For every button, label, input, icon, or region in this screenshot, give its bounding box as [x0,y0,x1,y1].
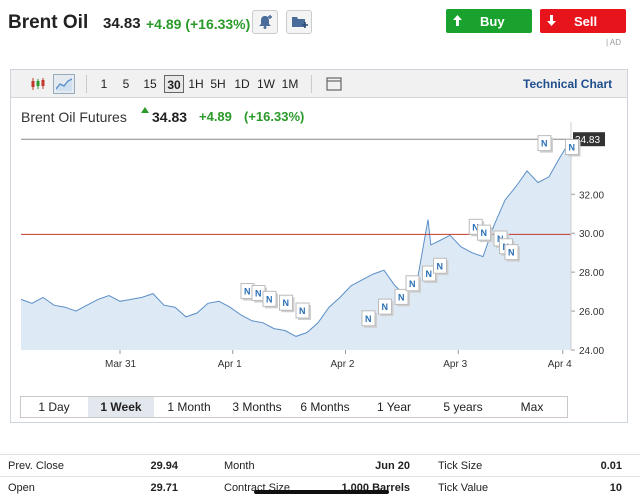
news-marker-label: N [481,228,488,238]
news-marker-label: N [255,289,262,299]
x-tick-label: Apr 3 [443,359,467,370]
sell-button[interactable]: Sell [540,9,626,33]
arrow-down-icon [547,15,556,26]
news-marker-label: N [398,292,405,302]
y-tick-label: 32.00 [579,190,604,201]
quote-header: Brent Oil 34.83 +4.89 (+16.33%) Buy Sell… [0,0,640,47]
arrow-up-icon [453,15,462,26]
stat-label: Month [224,460,255,472]
stat-value: 10 [609,482,622,494]
chart-instrument-name: Brent Oil Futures [21,109,127,125]
bell-plus-icon [259,15,272,29]
up-arrow-icon [141,107,149,113]
news-marker-label: N [409,279,416,289]
range-1-month[interactable]: 1 Month [155,397,223,417]
y-tick-label: 28.00 [579,268,604,279]
news-marker-label: N [266,294,273,304]
stat-label: Tick Value [438,482,489,494]
news-marker-label: N [365,314,372,324]
range-1-day[interactable]: 1 Day [21,397,87,417]
instrument-title: Brent Oil [8,12,89,33]
stat-value: 29.71 [150,482,178,494]
chart-change-percent: (+16.33%) [244,109,305,124]
news-marker-label: N [426,269,433,279]
stat-label: Prev. Close [8,460,65,472]
news-marker-label: N [569,143,576,153]
chart-price: 34.83 [152,109,188,125]
stat-label: Tick Size [438,460,483,472]
ad-label: | AD [606,38,621,47]
news-marker-label: N [382,302,389,312]
news-marker-label: N [541,139,548,149]
y-tick-label: 26.00 [579,307,604,318]
instrument-price: 34.83 [103,15,141,32]
sell-label: Sell [574,14,598,29]
range-5-years[interactable]: 5 years [429,397,497,417]
contract-stats: Prev. Close 29.94 Month Jun 20 Tick Size… [0,454,640,502]
range-max[interactable]: Max [498,397,566,417]
news-marker-label: N [299,306,306,316]
chart-panel: 1 5 15 30 1H 5H 1D 1W 1M Technical Chart… [10,69,628,423]
buy-label: Buy [480,14,505,29]
instrument-change: +4.89 (+16.33%) [146,16,251,32]
y-tick-label: 24.00 [579,346,604,357]
stats-row: Prev. Close 29.94 Month Jun 20 Tick Size… [0,454,640,476]
news-marker-label: N [283,298,290,308]
y-tick-label: 30.00 [579,229,604,240]
folder-plus-icon [292,17,308,28]
x-tick-label: Apr 4 [548,359,572,370]
create-alert-button[interactable] [252,10,278,34]
stat-value: 0.01 [600,460,622,472]
stats-row: Open 29.71 Contract Size 1,000 Barrels T… [0,476,640,498]
news-marker-label: N [437,261,444,271]
home-indicator [254,490,389,494]
range-6-months[interactable]: 6 Months [291,397,359,417]
news-marker-label: N [508,248,515,258]
range-1-week[interactable]: 1 Week [88,397,154,417]
news-marker-label: N [244,287,251,297]
add-to-portfolio-button[interactable] [286,10,312,34]
stat-label: Open [8,482,35,494]
stat-value: 29.94 [150,460,178,472]
range-selector: 1 Day 1 Week 1 Month 3 Months 6 Months 1… [20,396,568,418]
x-tick-label: Apr 2 [331,359,355,370]
range-1-year[interactable]: 1 Year [360,397,428,417]
chart-change: +4.89 [199,109,232,124]
x-tick-label: Apr 1 [218,359,242,370]
stat-value: Jun 20 [375,460,410,472]
buy-button[interactable]: Buy [446,9,532,33]
x-tick-label: Mar 31 [105,359,137,370]
range-3-months[interactable]: 3 Months [224,397,290,417]
